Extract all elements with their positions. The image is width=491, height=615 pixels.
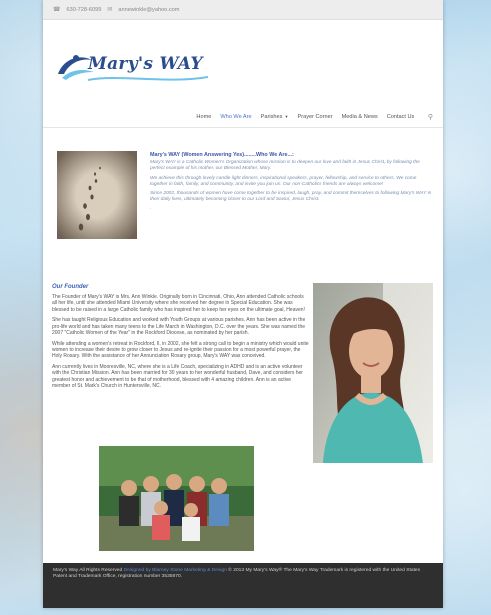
site-footer: Mary's Way All Rights Reserved Designed … <box>43 563 443 608</box>
email-link[interactable]: annewinkle@yahoo.com <box>118 7 179 13</box>
founder-heading: Our Founder <box>52 284 89 290</box>
page-container: ☎ 630-728-6099 ✉ annewinkle@yahoo.com Ma… <box>43 0 443 608</box>
nav-who-we-are[interactable]: Who We Are <box>216 114 256 120</box>
main-nav: Home Who We Are Parishes ▼ Prayer Corner… <box>192 113 433 121</box>
intro-title: Mary's WAY (Women Answering Yes)........… <box>150 152 294 158</box>
search-icon[interactable]: ⚲ <box>419 113 433 121</box>
intro-paragraph: Mary's WAY is a Catholic Women's Organiz… <box>150 160 420 172</box>
footer-designer-link[interactable]: Designed by Blarney Stone Marketing & De… <box>124 568 227 573</box>
footprints-beach-photo <box>57 151 137 239</box>
caret-down-icon: ▼ <box>283 114 289 119</box>
nav-prayer-corner[interactable]: Prayer Corner <box>293 114 337 120</box>
intro-paragraph: We achieve this through lovely candle li… <box>150 175 417 187</box>
nav-parishes[interactable]: Parishes ▼ <box>256 114 293 120</box>
site-logo[interactable]: Mary's WAY <box>56 48 208 88</box>
founder-paragraph: The Founder of Mary's WAY is Mrs. Ann Wi… <box>52 294 305 313</box>
founder-paragraph: While attending a women's retreat in Roc… <box>52 340 309 360</box>
phone-number[interactable]: 630-728-6099 <box>66 7 101 13</box>
site-header: Mary's WAY Home Who We Are Parishes ▼ Pr… <box>43 20 443 128</box>
nav-contact-us[interactable]: Contact Us <box>382 114 419 120</box>
logo-text: Mary's WAY <box>88 54 203 74</box>
founder-paragraph: She has taught Religious Education and w… <box>52 317 306 336</box>
intro-paragraph: . <box>150 206 152 212</box>
intro-section: Mary's WAY (Women Answering Yes)........… <box>150 152 435 216</box>
footer-rights-text: Mary's Way All Rights Reserved <box>53 568 124 573</box>
nav-media-news[interactable]: Media & News <box>337 114 382 120</box>
phone-icon: ☎ <box>53 7 61 13</box>
envelope-icon: ✉ <box>107 7 113 13</box>
top-contact-bar: ☎ 630-728-6099 ✉ annewinkle@yahoo.com <box>43 0 443 20</box>
founder-bio: The Founder of Mary's WAY is Mrs. Ann Wi… <box>52 294 309 394</box>
intro-paragraph: Since 2002, thousands of women have come… <box>150 191 432 203</box>
founder-paragraph: Ann currently lives in Mooresville, NC, … <box>52 364 303 390</box>
family-photo <box>99 446 254 551</box>
nav-parishes-label: Parishes <box>260 114 283 120</box>
founder-portrait-photo <box>313 283 433 463</box>
nav-home[interactable]: Home <box>192 114 216 120</box>
logo-underline-swoosh <box>88 76 208 81</box>
